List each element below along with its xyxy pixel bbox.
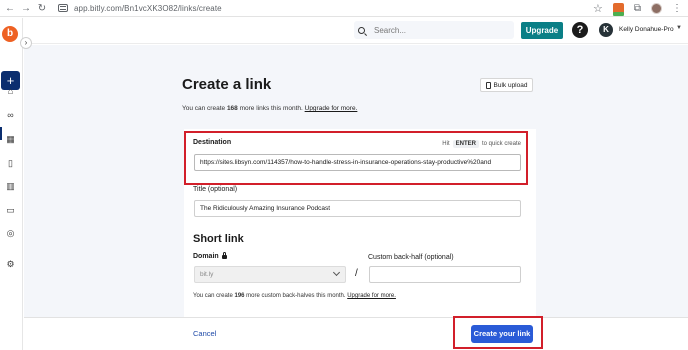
extension-icon[interactable] [612, 3, 624, 16]
domain-separator: / [355, 268, 358, 279]
browser-menu-icon[interactable]: ⋮ [672, 3, 682, 14]
reload-icon[interactable]: ↻ [34, 0, 50, 17]
app-sidebar: b + ⌂ ∞ ▦ ▯ ▥ ▭ ◎ ⚙ [0, 18, 23, 350]
analytics-icon[interactable]: ▥ [5, 181, 16, 192]
title-input[interactable]: The Ridiculously Amazing Insurance Podca… [194, 200, 521, 217]
browser-toolbar: ← → ↻ app.bitly.com/Bn1vcXK3O82/links/cr… [0, 0, 688, 17]
help-icon[interactable]: ? [572, 22, 588, 38]
domain-select[interactable]: bit.ly [194, 266, 346, 283]
app-header: Upgrade ? K Kelly Donahue-Pro ▼ [24, 18, 688, 44]
browser-profile-avatar[interactable] [651, 3, 662, 14]
backhalf-suffix: more custom back-halves this month. [244, 293, 348, 299]
form-footer: Cancel Create your link [24, 317, 688, 350]
bookmark-star-icon[interactable]: ☆ [593, 2, 603, 15]
limit-suffix: more links this month. [237, 105, 305, 112]
backhalf-prefix: You can create [193, 293, 235, 299]
upgrade-link[interactable]: Upgrade for more. [305, 105, 358, 112]
link-icon[interactable]: ∞ [5, 110, 16, 121]
domain-label: Domain [193, 252, 227, 260]
bulk-upload-label: Bulk upload [493, 81, 528, 89]
lock-icon [221, 252, 227, 259]
address-bar-url[interactable]: app.bitly.com/Bn1vcXK3O82/links/create [74, 4, 222, 13]
home-icon[interactable]: ⌂ [5, 86, 16, 97]
backhalf-limit-text: You can create 196 more custom back-halv… [193, 293, 396, 299]
search-box[interactable] [354, 21, 514, 39]
short-link-heading: Short link [193, 233, 244, 245]
create-button-highlight-box [453, 316, 543, 349]
custom-domains-icon[interactable]: ◎ [5, 228, 16, 239]
user-name[interactable]: Kelly Donahue-Pro [619, 26, 674, 33]
limit-count: 168 [226, 105, 238, 112]
backhalf-input[interactable] [369, 266, 521, 283]
domain-label-text: Domain [193, 253, 219, 260]
extensions-puzzle-icon[interactable]: ⧉ [634, 3, 641, 14]
browser-actions: ☆ ⧉ ⋮ [593, 0, 682, 17]
cancel-button[interactable]: Cancel [193, 329, 216, 338]
chevron-down-icon[interactable]: ▼ [676, 25, 682, 31]
forward-arrow-icon[interactable]: → [18, 0, 34, 17]
campaigns-icon[interactable]: ▭ [5, 205, 16, 216]
title-label: Title (optional) [193, 186, 238, 193]
back-arrow-icon[interactable]: ← [2, 0, 18, 17]
pages-icon[interactable]: ▯ [5, 158, 16, 169]
sidebar-collapse-button[interactable]: › [20, 37, 32, 49]
bulk-upload-button[interactable]: Bulk upload [480, 78, 533, 92]
backhalf-count: 196 [234, 293, 245, 299]
user-avatar[interactable]: K [599, 23, 613, 37]
backhalf-upgrade-link[interactable]: Upgrade for more. [347, 293, 396, 299]
active-nav-indicator [0, 127, 2, 140]
site-settings-icon[interactable] [58, 4, 68, 12]
limit-prefix: You can create [182, 105, 227, 112]
page-title: Create a link [182, 76, 272, 93]
destination-highlight-box [184, 131, 528, 185]
backhalf-label: Custom back-half (optional) [368, 254, 454, 261]
search-icon [358, 26, 365, 34]
main-content: Create a link Bulk upload You can create… [24, 45, 688, 350]
bitly-logo[interactable]: b [2, 26, 18, 42]
settings-gear-icon[interactable]: ⚙ [5, 259, 16, 270]
chevron-down-icon [332, 268, 341, 277]
qr-code-icon[interactable]: ▦ [5, 134, 16, 145]
domain-value: bit.ly [200, 271, 214, 278]
search-input[interactable] [374, 25, 504, 35]
document-icon [485, 81, 491, 89]
upgrade-button[interactable]: Upgrade [521, 22, 563, 39]
link-limit-text: You can create 168 more links this month… [182, 105, 357, 112]
